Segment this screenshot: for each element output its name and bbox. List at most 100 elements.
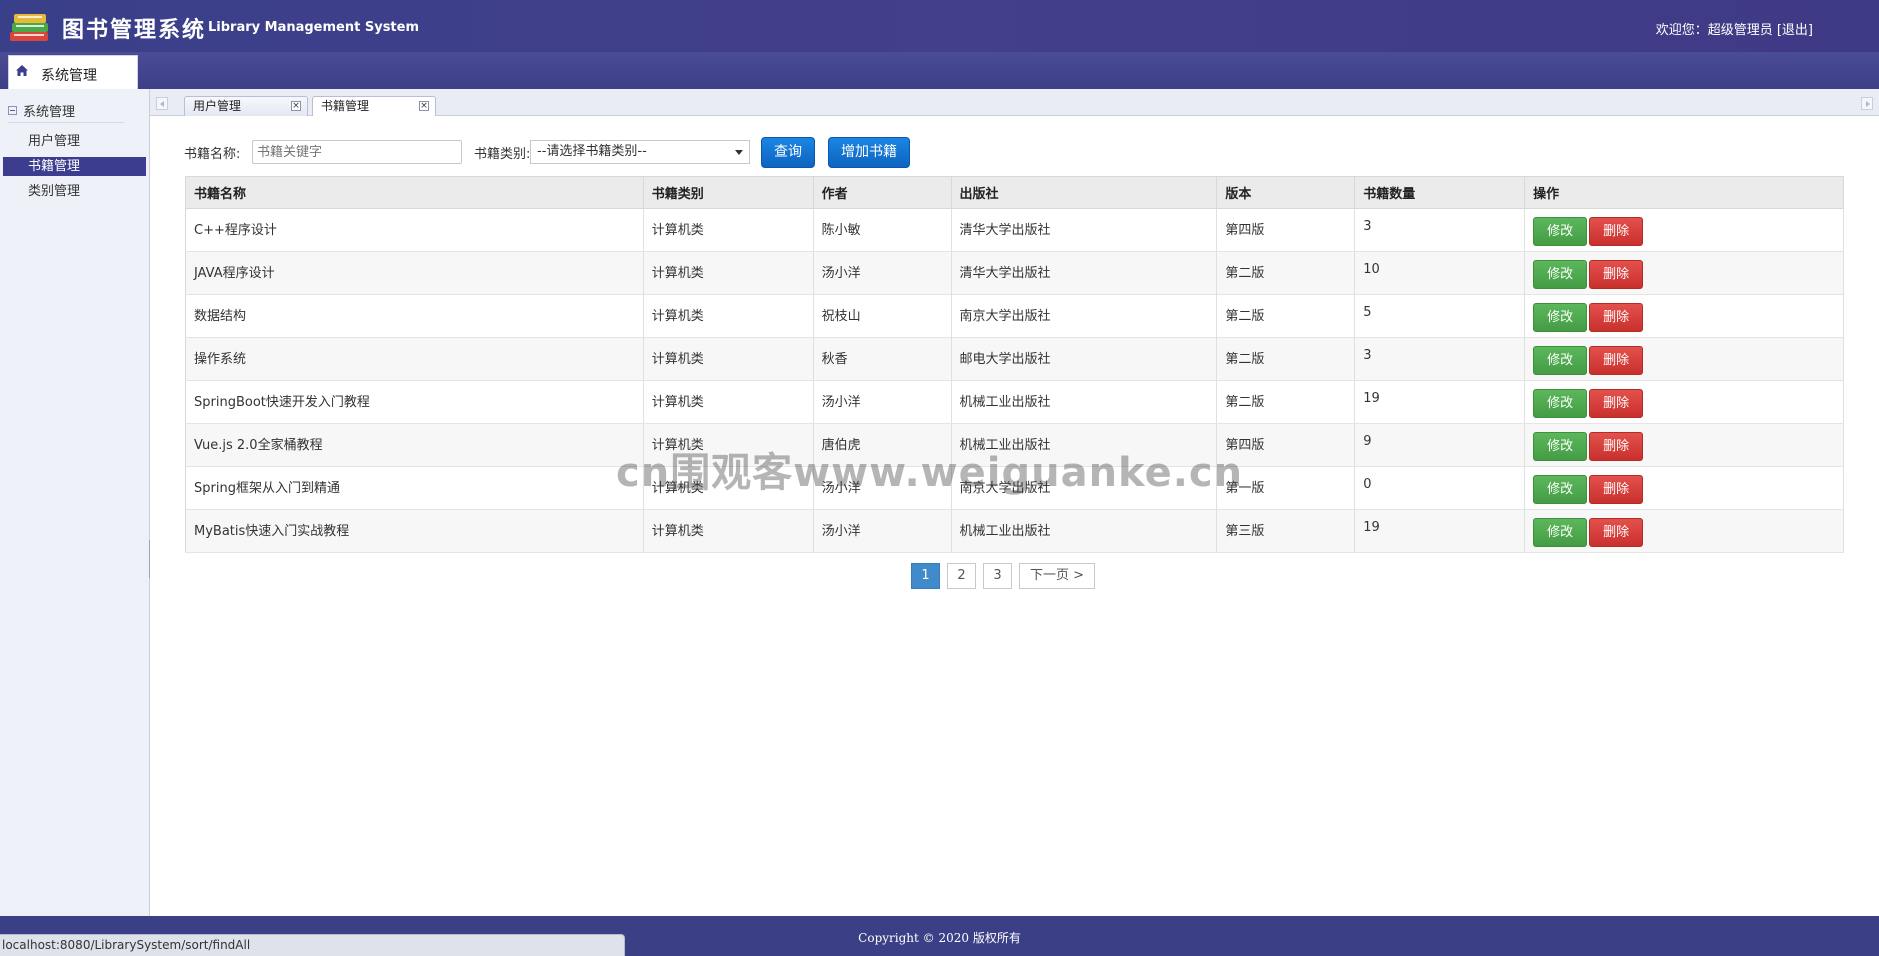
cell-author: 汤小洋 [813, 509, 952, 553]
tab-label: 用户管理 [193, 99, 242, 113]
table-row: 数据结构 计算机类 祝枝山 南京大学出版社 第二版 5 修改 删除 [185, 294, 1844, 338]
cell-edition: 第一版 [1216, 466, 1356, 510]
tree-root-system[interactable]: 系统管理 [8, 101, 75, 120]
collapse-icon[interactable] [8, 106, 17, 115]
cell-category: 计算机类 [643, 466, 814, 510]
add-book-button[interactable]: 增加书籍 [828, 137, 910, 168]
cell-edition: 第二版 [1216, 294, 1356, 338]
delete-button[interactable]: 删除 [1589, 303, 1644, 332]
cell-category: 计算机类 [643, 251, 814, 295]
pagination: 1 2 3 下一页 > [150, 563, 1879, 589]
cell-publisher: 南京大学出版社 [951, 466, 1218, 510]
delete-button[interactable]: 删除 [1589, 217, 1644, 246]
close-icon[interactable]: × [419, 101, 429, 111]
cell-count: 3 [1354, 208, 1526, 252]
edit-button[interactable]: 修改 [1533, 432, 1588, 461]
edit-button[interactable]: 修改 [1533, 217, 1588, 246]
sidebar-item-users[interactable]: 用户管理 [3, 132, 146, 151]
browser-status-bar: localhost:8080/LibrarySystem/sort/findAl… [0, 934, 625, 956]
cell-category: 计算机类 [643, 337, 814, 381]
book-name-label: 书籍名称: [184, 147, 241, 162]
tree-root-label: 系统管理 [23, 105, 76, 120]
cell-actions: 修改 删除 [1524, 251, 1844, 295]
book-name-input[interactable] [252, 140, 462, 164]
cell-author: 陈小敏 [813, 208, 952, 252]
divider [8, 122, 124, 123]
cell-publisher: 清华大学出版社 [951, 251, 1218, 295]
tab-books[interactable]: 书籍管理 × [312, 96, 436, 117]
column-header: 书籍类别 [643, 176, 814, 209]
app-header: 图书管理系统 Library Management System 欢迎您：超级管… [0, 0, 1879, 52]
cell-author: 祝枝山 [813, 294, 952, 338]
page-button-1[interactable]: 1 [911, 563, 940, 589]
tab-label: 书籍管理 [321, 99, 370, 113]
cell-edition: 第三版 [1216, 509, 1356, 553]
cell-count: 10 [1354, 251, 1526, 295]
cell-publisher: 机械工业出版社 [951, 380, 1218, 424]
sidebar-item-categories[interactable]: 类别管理 [3, 182, 146, 201]
delete-button[interactable]: 删除 [1589, 260, 1644, 289]
column-header: 出版社 [951, 176, 1218, 209]
delete-button[interactable]: 删除 [1589, 346, 1644, 375]
nav-tab-system[interactable]: 系统管理 [8, 55, 138, 89]
cell-book-name: JAVA程序设计 [185, 251, 644, 295]
delete-button[interactable]: 删除 [1589, 518, 1644, 547]
edit-button[interactable]: 修改 [1533, 346, 1588, 375]
cell-book-name: MyBatis快速入门实战教程 [185, 509, 644, 553]
main-content: 书籍名称: 书籍类别: --请选择书籍类别-- 查询 增加书籍 书籍名称 书籍类… [150, 116, 1879, 916]
cell-category: 计算机类 [643, 208, 814, 252]
query-button[interactable]: 查询 [761, 137, 815, 168]
page-button-2[interactable]: 2 [947, 563, 976, 589]
book-category-label: 书籍类别: [474, 147, 531, 162]
tab-users[interactable]: 用户管理 × [184, 96, 308, 116]
cell-category: 计算机类 [643, 423, 814, 467]
cell-edition: 第二版 [1216, 251, 1356, 295]
cell-publisher: 南京大学出版社 [951, 294, 1218, 338]
logout-link[interactable]: [退出] [1777, 23, 1813, 38]
cell-publisher: 邮电大学出版社 [951, 337, 1218, 381]
cell-publisher: 清华大学出版社 [951, 208, 1218, 252]
cell-edition: 第四版 [1216, 208, 1356, 252]
tab-strip: 用户管理 × 书籍管理 × [150, 89, 1879, 117]
cell-actions: 修改 删除 [1524, 423, 1844, 467]
cell-category: 计算机类 [643, 380, 814, 424]
cell-author: 汤小洋 [813, 466, 952, 510]
close-icon[interactable]: × [291, 101, 301, 111]
welcome-text: 欢迎您：超级管理员 [1655, 23, 1773, 38]
tab-scroll-right-icon[interactable] [1861, 97, 1873, 110]
cell-actions: 修改 删除 [1524, 380, 1844, 424]
edit-button[interactable]: 修改 [1533, 260, 1588, 289]
delete-button[interactable]: 删除 [1589, 432, 1644, 461]
cell-count: 9 [1354, 423, 1526, 467]
sidebar-item-books[interactable]: 书籍管理 [3, 157, 146, 176]
cell-book-name: Vue.js 2.0全家桶教程 [185, 423, 644, 467]
next-page-button[interactable]: 下一页 > [1019, 563, 1095, 589]
cell-count: 0 [1354, 466, 1526, 510]
cell-actions: 修改 删除 [1524, 208, 1844, 252]
cell-publisher: 机械工业出版社 [951, 509, 1218, 553]
edit-button[interactable]: 修改 [1533, 475, 1588, 504]
book-category-select[interactable]: --请选择书籍类别-- [530, 140, 750, 164]
edit-button[interactable]: 修改 [1533, 518, 1588, 547]
cell-count: 19 [1354, 380, 1526, 424]
tab-scroll-left-icon[interactable] [156, 97, 168, 110]
edit-button[interactable]: 修改 [1533, 303, 1588, 332]
edit-button[interactable]: 修改 [1533, 389, 1588, 418]
cell-count: 3 [1354, 337, 1526, 381]
table-row: SpringBoot快速开发入门教程 计算机类 汤小洋 机械工业出版社 第二版 … [185, 380, 1844, 424]
books-stack-icon [10, 14, 48, 41]
cell-book-name: C++程序设计 [185, 208, 644, 252]
cell-count: 5 [1354, 294, 1526, 338]
column-header: 操作 [1524, 176, 1844, 209]
delete-button[interactable]: 删除 [1589, 389, 1644, 418]
delete-button[interactable]: 删除 [1589, 475, 1644, 504]
cell-count: 19 [1354, 509, 1526, 553]
column-header: 版本 [1216, 176, 1356, 209]
cell-book-name: Spring框架从入门到精通 [185, 466, 644, 510]
table-row: JAVA程序设计 计算机类 汤小洋 清华大学出版社 第二版 10 修改 删除 [185, 251, 1844, 295]
chevron-down-icon [735, 150, 743, 155]
page-button-3[interactable]: 3 [983, 563, 1012, 589]
cell-book-name: 数据结构 [185, 294, 644, 338]
table-row: 操作系统 计算机类 秋香 邮电大学出版社 第二版 3 修改 删除 [185, 337, 1844, 381]
cell-author: 唐伯虎 [813, 423, 952, 467]
